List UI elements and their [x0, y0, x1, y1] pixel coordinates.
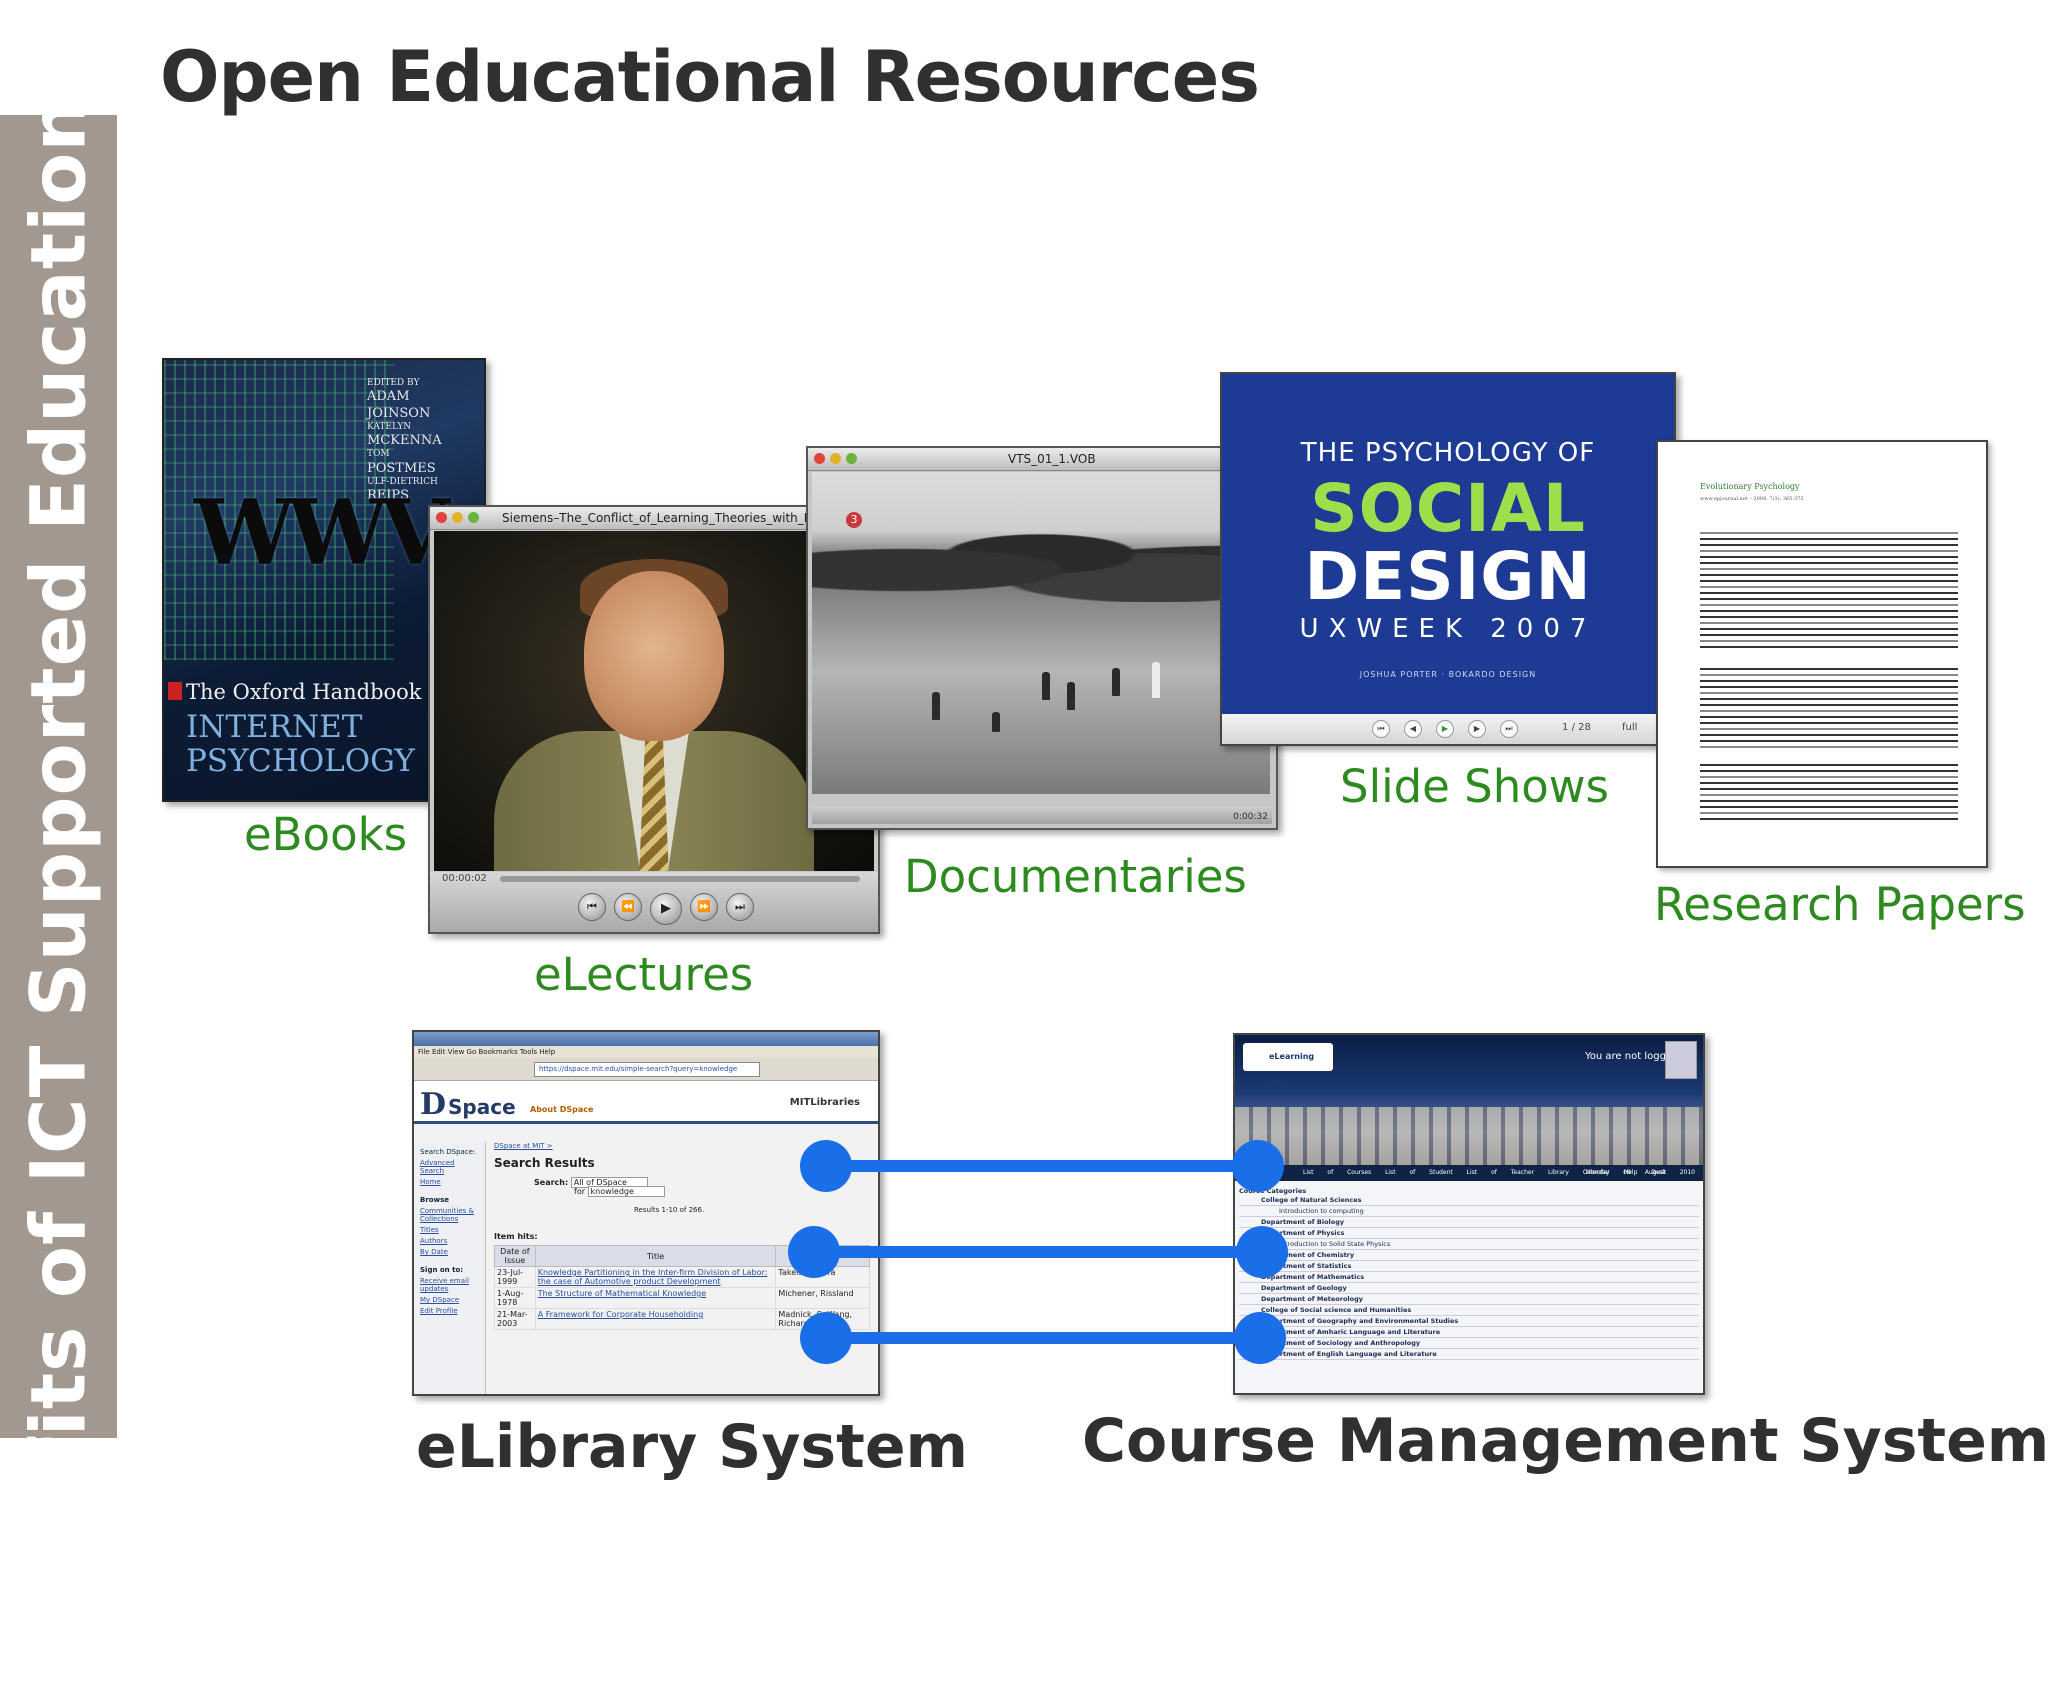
connector-node: [1234, 1312, 1286, 1364]
connector-node: [1236, 1226, 1288, 1278]
connector-node: [1232, 1140, 1284, 1192]
connector-node: [800, 1140, 852, 1192]
connector-lines: [788, 1140, 1288, 1364]
connector-node: [788, 1226, 840, 1278]
connector-node: [800, 1312, 852, 1364]
